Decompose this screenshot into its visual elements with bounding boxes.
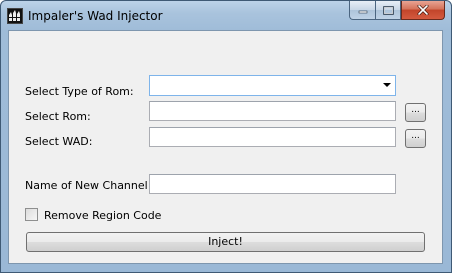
close-icon [417, 5, 429, 15]
channel-name-label: Name of New Channel: [25, 179, 152, 192]
rom-type-select[interactable] [149, 75, 396, 96]
app-logo-icon[interactable] [7, 8, 23, 24]
browse-rom-button[interactable]: ... [405, 103, 426, 122]
channel-name-input[interactable] [149, 174, 396, 194]
close-button[interactable] [401, 1, 445, 20]
wad-path-input[interactable] [149, 127, 396, 147]
rom-type-label: Select Type of Rom: [25, 85, 134, 98]
inject-button[interactable]: Inject! [26, 232, 425, 252]
remove-region-label[interactable]: Remove Region Code [44, 209, 161, 222]
maximize-button[interactable] [375, 1, 401, 20]
minimize-button[interactable] [349, 1, 375, 20]
browse-wad-button[interactable]: ... [405, 129, 426, 148]
wad-label: Select WAD: [25, 135, 93, 148]
rom-label: Select Rom: [25, 110, 91, 123]
client-area: Select Type of Rom: Select Rom: ... Sele… [8, 30, 443, 264]
rom-path-input[interactable] [149, 101, 396, 121]
window-title: Impaler's Wad Injector [28, 9, 163, 23]
remove-region-checkbox[interactable] [25, 208, 38, 221]
minimize-icon [358, 10, 367, 14]
title-bar[interactable]: Impaler's Wad Injector [1, 1, 451, 29]
app-window: Impaler's Wad Injector Select Type of Ro… [0, 0, 452, 273]
caption-buttons [349, 1, 445, 20]
maximize-icon [382, 5, 394, 15]
chevron-down-icon[interactable] [383, 83, 391, 87]
